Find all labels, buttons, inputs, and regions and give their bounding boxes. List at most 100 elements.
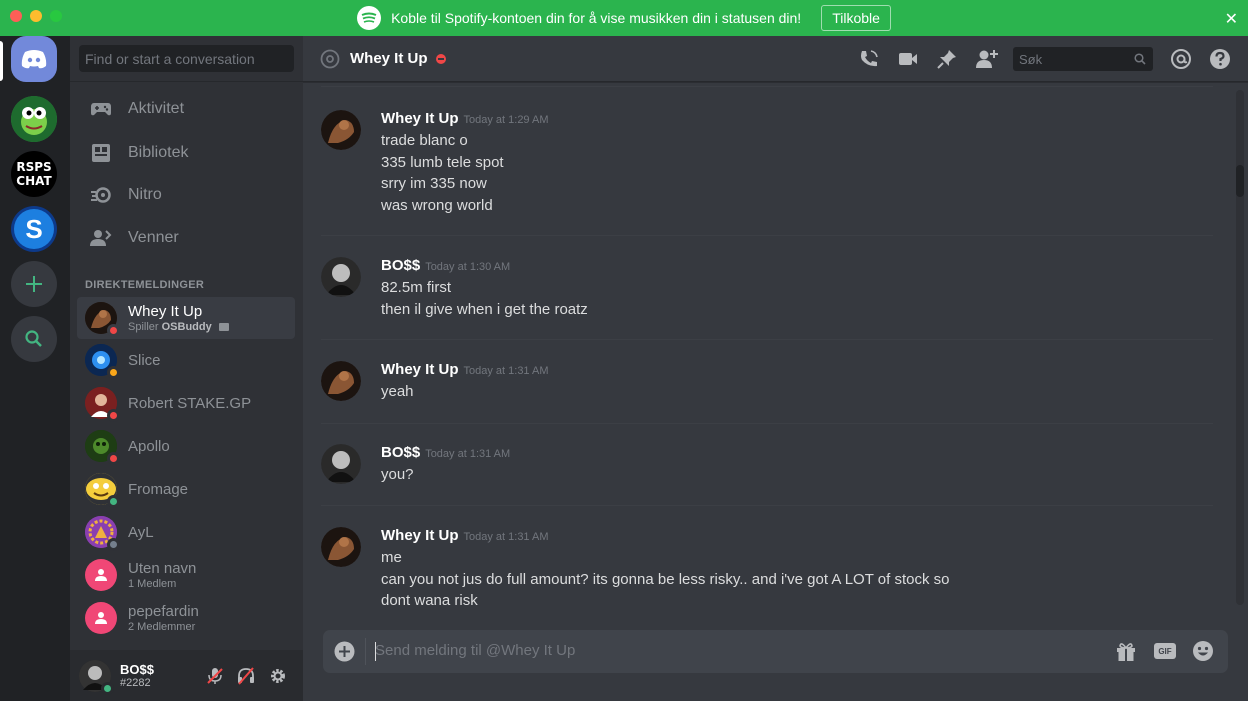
dm-name: Uten navn: [128, 560, 197, 577]
header-search-input[interactable]: Søk: [1013, 47, 1153, 71]
spotify-banner: Koble til Spotify-kontoen din for å vise…: [0, 0, 1248, 36]
rsps-chat-server-icon[interactable]: RSPS CHAT: [11, 151, 57, 197]
message-line: yeah: [381, 383, 414, 400]
author-name: BO$$: [381, 444, 421, 461]
message-line: was wrong world: [381, 196, 493, 214]
maximize-window-button[interactable]: [50, 10, 62, 22]
dm-name: Robert STAKE.GP: [128, 394, 252, 412]
at-icon: [320, 49, 340, 68]
message-content: me can you not jus do full amount? its g…: [381, 547, 949, 610]
add-friend-to-dm-icon[interactable]: [975, 48, 999, 70]
author-name: BO$$: [381, 257, 421, 274]
attach-plus-icon[interactable]: [334, 641, 355, 662]
connect-spotify-button[interactable]: Tilkoble: [821, 5, 891, 31]
avatar: [85, 516, 120, 551]
message-avatar[interactable]: [321, 257, 361, 297]
activity-prefix: Spiller: [128, 321, 162, 333]
nav-activity-label: Aktivitet: [128, 100, 185, 117]
dm-name: AyL: [128, 523, 154, 541]
user-tag: #2282: [120, 677, 151, 689]
scrollbar-thumb[interactable]: [1236, 165, 1244, 197]
find-conversation-input[interactable]: Find or start a conversation: [79, 45, 294, 72]
minimize-window-button[interactable]: [30, 10, 42, 22]
spotify-icon: [357, 6, 382, 30]
deafen-icon[interactable]: [237, 667, 255, 685]
nav-nitro-label: Nitro: [128, 186, 162, 203]
chat-header: Whey It Up Søk: [303, 36, 1248, 82]
close-window-button[interactable]: [10, 10, 22, 22]
dm-activity: Spiller OSBuddy: [128, 321, 229, 333]
discord-home-icon[interactable]: [11, 36, 57, 82]
dm-item-ayl[interactable]: AyL: [77, 511, 295, 553]
help-icon[interactable]: [1209, 48, 1231, 70]
message-avatar[interactable]: [321, 444, 361, 484]
emoji-icon[interactable]: [1192, 640, 1214, 662]
divider: [70, 81, 303, 82]
message-composer: Send melding til @Whey It Up GIF: [323, 630, 1228, 673]
gift-icon[interactable]: [1115, 640, 1137, 662]
group-avatar: [85, 602, 117, 634]
dm-name: Fromage: [128, 480, 189, 498]
message-author[interactable]: Whey It Up Today at 1:31 AM: [381, 361, 549, 378]
message-author[interactable]: Whey It Up Today at 1:29 AM: [381, 110, 549, 127]
message-timestamp: Today at 1:31 AM: [463, 365, 549, 377]
explore-servers-button[interactable]: [11, 316, 57, 362]
rich-presence-icon: [218, 323, 229, 332]
active-indicator: [0, 41, 3, 81]
gif-button[interactable]: GIF: [1154, 643, 1176, 659]
message-content: yeah: [381, 381, 414, 403]
message-content: 82.5m first then il give when i get the …: [381, 277, 588, 320]
status-idle-icon: [107, 366, 120, 379]
dm-item-whey-it-up[interactable]: Whey It Up Spiller OSBuddy: [77, 297, 295, 339]
author-name: Whey It Up: [381, 361, 459, 378]
message-input[interactable]: Send melding til @Whey It Up: [375, 642, 575, 659]
user-avatar[interactable]: [79, 659, 114, 695]
add-server-button[interactable]: [11, 261, 57, 307]
message-avatar[interactable]: [321, 110, 361, 150]
message-avatar[interactable]: [321, 527, 361, 567]
status-offline-icon: [107, 538, 120, 551]
message-content: trade blanc o 335 lumb tele spot srry im…: [381, 130, 504, 216]
message-scrollbar[interactable]: [1236, 90, 1244, 605]
message-avatar[interactable]: [321, 361, 361, 401]
nav-nitro[interactable]: Nitro: [90, 186, 162, 204]
nav-library[interactable]: Bibliotek: [90, 143, 188, 163]
dm-member-count: 2 Medlemmer: [128, 621, 196, 633]
user-panel: BO$$ #2282: [70, 650, 303, 701]
message-line: srry im 335 now: [381, 175, 487, 192]
s-server-icon[interactable]: S: [11, 206, 57, 252]
message-author[interactable]: BO$$ Today at 1:30 AM: [381, 257, 510, 274]
dm-item-fromage[interactable]: Fromage: [77, 468, 295, 510]
dm-item-group-uten-navn[interactable]: Uten navn 1 Medlem: [77, 554, 295, 596]
dm-item-group-pepefardin[interactable]: pepefardin 2 Medlemmer: [77, 597, 295, 639]
message-divider: [321, 86, 1213, 87]
pinned-messages-icon[interactable]: [936, 48, 958, 70]
message-line: then il give when i get the roatz: [381, 300, 588, 318]
dm-item-apollo[interactable]: Apollo: [77, 425, 295, 467]
settings-gear-icon[interactable]: [269, 667, 287, 685]
dm-item-robert-stake[interactable]: Robert STAKE.GP: [77, 382, 295, 424]
dm-name: pepefardin: [128, 603, 199, 620]
message-list: Whey It Up Today at 1:29 AM trade blanc o…: [303, 82, 1233, 610]
close-banner-icon[interactable]: ✕: [1225, 9, 1238, 29]
dm-item-slice[interactable]: Slice: [77, 339, 295, 381]
nav-activity[interactable]: Aktivitet: [90, 100, 184, 118]
message-author[interactable]: BO$$ Today at 1:31 AM: [381, 444, 510, 461]
group-icon: [95, 612, 107, 624]
message-line: 82.5m first: [381, 279, 452, 296]
voice-call-icon[interactable]: [858, 48, 880, 70]
dm-name: Slice: [128, 351, 161, 369]
mentions-icon[interactable]: [1170, 48, 1192, 70]
dm-member-count: 1 Medlem: [128, 578, 177, 590]
message-timestamp: Today at 1:31 AM: [463, 531, 549, 543]
avatar: [85, 387, 120, 422]
message-author[interactable]: Whey It Up Today at 1:31 AM: [381, 527, 549, 544]
nav-friends[interactable]: Venner: [90, 229, 179, 247]
mute-mic-icon[interactable]: [206, 667, 224, 685]
username: BO$$: [120, 662, 154, 677]
nav-friends-label: Venner: [128, 229, 179, 246]
message-line: dont wana risk: [381, 592, 478, 609]
video-call-icon[interactable]: [897, 48, 919, 70]
frog-server-icon[interactable]: [11, 96, 57, 142]
group-icon: [95, 569, 107, 581]
